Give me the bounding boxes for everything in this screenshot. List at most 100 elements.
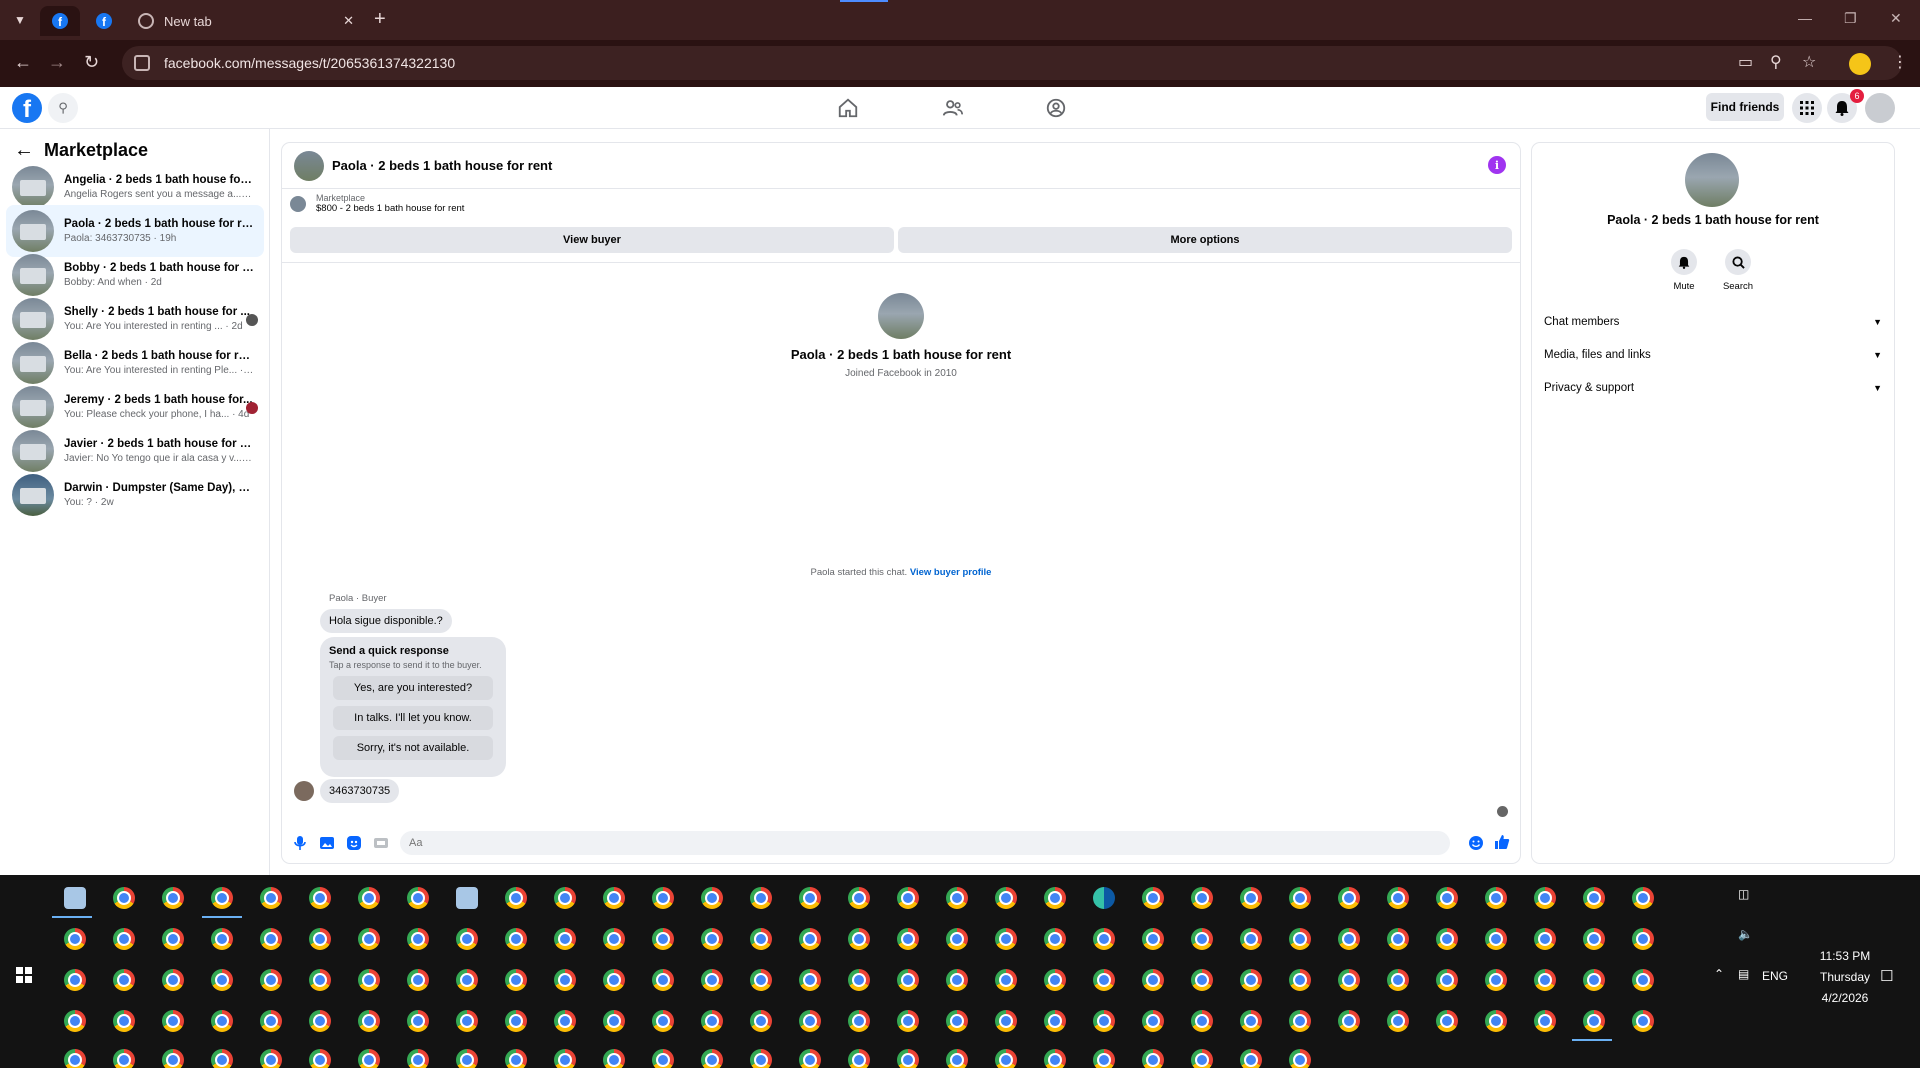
chat-members-section[interactable]: Chat members ▼: [1544, 311, 1882, 333]
browser-menu-icon[interactable]: ⋮: [1892, 52, 1908, 72]
facebook-search-icon[interactable]: ⚲: [48, 93, 78, 123]
chrome-app-icon[interactable]: [897, 1049, 919, 1068]
back-arrow-icon[interactable]: ←: [14, 139, 34, 162]
chrome-app-icon[interactable]: [603, 969, 625, 991]
facebook-logo-icon[interactable]: f: [12, 93, 42, 123]
chrome-app-icon[interactable]: [750, 887, 772, 909]
chrome-app-icon[interactable]: [995, 887, 1017, 909]
chrome-app-icon[interactable]: [897, 887, 919, 909]
chrome-app-icon[interactable]: [946, 1049, 968, 1068]
chrome-app-icon[interactable]: [309, 887, 331, 909]
chrome-app-icon[interactable]: [1142, 969, 1164, 991]
chrome-app-icon[interactable]: [554, 1049, 576, 1068]
chat-title[interactable]: Paola · 2 beds 1 bath house for rent: [332, 158, 552, 173]
chrome-app-icon[interactable]: [64, 1049, 86, 1068]
chrome-app-icon[interactable]: [848, 928, 870, 950]
chrome-app-icon[interactable]: [1485, 969, 1507, 991]
chrome-app-icon[interactable]: [652, 928, 674, 950]
browser-profile-avatar[interactable]: [1849, 53, 1871, 75]
chrome-app-icon[interactable]: [1436, 1010, 1458, 1032]
chrome-app-icon[interactable]: [162, 1049, 184, 1068]
chrome-app-icon[interactable]: [505, 1049, 527, 1068]
chrome-app-icon[interactable]: [211, 1049, 233, 1068]
chrome-app-icon[interactable]: [1485, 887, 1507, 909]
address-bar[interactable]: facebook.com/messages/t/2065361374322130: [122, 46, 1902, 80]
chrome-app-icon[interactable]: [554, 1010, 576, 1032]
chrome-app-icon[interactable]: [750, 1010, 772, 1032]
sticker-icon[interactable]: [346, 835, 362, 851]
account-avatar[interactable]: [1865, 93, 1895, 123]
chrome-app-icon[interactable]: [1289, 1049, 1311, 1068]
conversation-avatar[interactable]: [1685, 153, 1739, 207]
chrome-app-icon[interactable]: [1387, 969, 1409, 991]
chrome-app-icon[interactable]: [1044, 969, 1066, 991]
window-close-icon[interactable]: ✕: [1890, 10, 1902, 27]
chrome-app-icon[interactable]: [113, 1049, 135, 1068]
chrome-app-icon[interactable]: [1534, 969, 1556, 991]
quick-reply-not-available-button[interactable]: Sorry, it's not available.: [333, 736, 493, 760]
forward-icon[interactable]: →: [48, 52, 66, 73]
chrome-app-icon[interactable]: [113, 928, 135, 950]
chrome-app-icon[interactable]: [848, 969, 870, 991]
chrome-app-icon[interactable]: [701, 1010, 723, 1032]
chrome-app-icon[interactable]: [799, 928, 821, 950]
chrome-app-icon[interactable]: [505, 887, 527, 909]
chrome-app-icon[interactable]: [897, 928, 919, 950]
chrome-app-icon[interactable]: [505, 969, 527, 991]
buyer-avatar[interactable]: [878, 293, 924, 339]
chrome-app-icon[interactable]: [260, 1010, 282, 1032]
chrome-app-icon[interactable]: [603, 1049, 625, 1068]
chrome-app-icon[interactable]: [946, 969, 968, 991]
task-view-icon[interactable]: ◫: [1738, 887, 1749, 901]
chrome-app-icon[interactable]: [1583, 969, 1605, 991]
bookmark-star-icon[interactable]: ☆: [1802, 52, 1816, 72]
chrome-app-icon[interactable]: [309, 928, 331, 950]
chrome-app-icon[interactable]: [1142, 887, 1164, 909]
tab-new-tab[interactable]: New tab ✕: [128, 6, 364, 36]
chrome-app-icon[interactable]: [1436, 928, 1458, 950]
app-icon[interactable]: [64, 887, 86, 909]
chrome-app-icon[interactable]: [1191, 1010, 1213, 1032]
chrome-app-icon[interactable]: [1142, 1049, 1164, 1068]
chrome-app-icon[interactable]: [1338, 887, 1360, 909]
chrome-app-icon[interactable]: [1632, 1010, 1654, 1032]
chrome-app-icon[interactable]: [652, 969, 674, 991]
chrome-app-icon[interactable]: [1583, 887, 1605, 909]
chrome-app-icon[interactable]: [799, 1010, 821, 1032]
chrome-app-icon[interactable]: [211, 887, 233, 909]
emoji-icon[interactable]: [1468, 835, 1484, 851]
chrome-app-icon[interactable]: [260, 1049, 282, 1068]
volume-icon[interactable]: 🔈: [1738, 927, 1753, 941]
chrome-app-icon[interactable]: [1240, 1049, 1262, 1068]
chrome-app-icon[interactable]: [1289, 1010, 1311, 1032]
like-thumb-icon[interactable]: [1494, 834, 1510, 850]
chrome-app-icon[interactable]: [1191, 1049, 1213, 1068]
chrome-app-icon[interactable]: [407, 1049, 429, 1068]
chrome-app-icon[interactable]: [1632, 887, 1654, 909]
chrome-app-icon[interactable]: [946, 1010, 968, 1032]
tab-facebook[interactable]: f: [84, 6, 124, 36]
chrome-app-icon[interactable]: [1191, 969, 1213, 991]
chrome-app-icon[interactable]: [897, 969, 919, 991]
message-input[interactable]: [400, 831, 1450, 855]
chrome-app-icon[interactable]: [1338, 969, 1360, 991]
chrome-app-icon[interactable]: [946, 928, 968, 950]
chrome-app-icon[interactable]: [701, 969, 723, 991]
chrome-app-icon[interactable]: [1485, 1010, 1507, 1032]
minimize-icon[interactable]: —: [1798, 10, 1812, 26]
tab-close-icon[interactable]: ✕: [343, 13, 354, 29]
restore-icon[interactable]: ❐: [1844, 10, 1857, 27]
chrome-app-icon[interactable]: [1044, 887, 1066, 909]
chrome-app-icon[interactable]: [505, 928, 527, 950]
chrome-app-icon[interactable]: [848, 887, 870, 909]
tab-search-icon[interactable]: ▼: [8, 8, 32, 32]
chrome-app-icon[interactable]: [701, 887, 723, 909]
menu-grid-icon[interactable]: [1792, 93, 1822, 123]
chrome-app-icon[interactable]: [1289, 887, 1311, 909]
chrome-app-icon[interactable]: [1044, 928, 1066, 950]
chrome-app-icon[interactable]: [358, 1010, 380, 1032]
chrome-app-icon[interactable]: [211, 1010, 233, 1032]
chrome-app-icon[interactable]: [456, 1010, 478, 1032]
chrome-app-icon[interactable]: [1289, 969, 1311, 991]
language-indicator[interactable]: ENG: [1762, 969, 1788, 983]
